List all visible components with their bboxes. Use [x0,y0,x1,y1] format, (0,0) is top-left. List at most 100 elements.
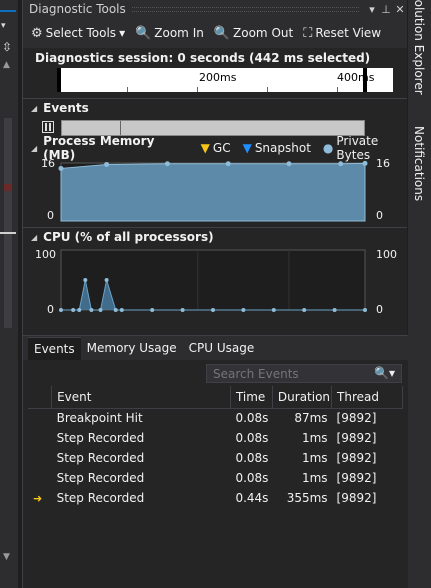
time-cell: 0.44s [235,491,269,505]
drag-grip[interactable] [131,6,359,12]
current-indicator [28,428,52,448]
zoom-in-icon: 🔍 [135,25,152,41]
event-cell: Step Recorded [56,451,145,465]
zoom-in-button[interactable]: 🔍 Zoom In [135,26,204,41]
time-cell: 0.08s [235,411,269,426]
split-icon[interactable]: ⇳ [2,40,12,54]
cpu-section-header[interactable]: ◢ CPU (% of all processors) [23,228,407,246]
collapse-icon[interactable]: ◢ [31,104,37,113]
dropdown-icon[interactable]: ▾ [365,3,379,16]
cpu-chart[interactable]: 100 0 100 0 [23,246,407,316]
thread-cell: [9892] [336,491,377,505]
editor-scrollbar[interactable] [4,118,12,328]
side-tab-strip: Solution Explorer Notifications [408,0,431,588]
accent-line [0,10,16,12]
memory-chart[interactable]: 16 0 16 0 [23,157,407,223]
cpu-point [77,308,82,312]
zoom-out-button[interactable]: 🔍 Zoom Out [214,26,293,41]
cpu-point [271,308,276,312]
events-section-title: Events [43,101,89,115]
selection-end-handle[interactable] [363,68,367,92]
timeline-ruler[interactable]: 200ms 400ms [57,68,393,92]
chevron-down-icon: ▾ [119,26,126,40]
session-label: Diagnostics session: 0 seconds (442 ms s… [23,48,407,68]
collapse-icon[interactable]: ◢ [31,144,37,153]
search-icon[interactable]: 🔍▾ [374,366,395,380]
solution-explorer-tab[interactable]: Solution Explorer [412,0,426,95]
selection-start-handle[interactable] [57,68,61,92]
vs-ide-frame: ▾ ⇳ ▲ ▼ Diagnostic Tools ▾ ⊥ ✕ ⚙ Select … [0,0,431,588]
memory-point [164,161,170,167]
reset-view-button[interactable]: ⛶ Reset View [303,26,381,41]
cpu-point [89,308,94,312]
pause-icon[interactable] [42,121,54,133]
column-header-thread[interactable]: Thread [331,386,403,409]
cpu-point [180,308,185,312]
zoom-in-label: Zoom In [154,26,204,40]
table-row[interactable]: Step Recorded 0.08s 1ms [9892] [28,428,403,448]
table-row[interactable]: ➜ Step Recorded 0.44s 355ms [9892] [28,488,403,508]
memory-point [58,165,64,171]
cpu-point [104,278,109,282]
event-cell: Step Recorded [56,491,145,505]
duration-cell: 1ms [301,471,328,485]
thread-cell: [9892] [336,411,377,426]
dropdown-icon[interactable]: ▾ [1,21,6,31]
event-cell: Breakpoint Hit [56,411,143,426]
gear-icon: ⚙ [31,25,43,41]
legend-gc-label: GC [212,141,231,155]
cpu-point [150,308,155,312]
memory-section-header[interactable]: ◢ Process Memory (MB) ▼ GC ▼ Snapshot ● Pri… [23,134,407,162]
ruler-tick [197,87,198,92]
close-icon[interactable]: ✕ [393,3,407,16]
search-input[interactable] [211,365,371,382]
event-cell: Step Recorded [56,471,145,485]
events-table-body: Breakpoint Hit 0.08s 87ms [9892] Step Record… [28,408,403,508]
zoom-out-icon: 🔍 [213,25,231,41]
scroll-marker [4,184,12,191]
collapse-icon[interactable]: ◢ [31,233,37,242]
toolbar: ⚙ Select Tools ▾ 🔍 Zoom In 🔍 Zoom Out ⛶ … [23,18,407,48]
pin-icon[interactable]: ⊥ [379,3,393,16]
duration-cell: 355ms [286,491,328,505]
ruler-tick [267,87,268,92]
tab-memory-usage[interactable]: Memory Usage [81,337,183,359]
events-section-header[interactable]: ◢ Events [23,99,407,117]
column-header-event[interactable]: Event [51,386,231,409]
current-indicator [28,448,52,468]
current-indicator [28,408,52,428]
ruler-tick [127,87,128,92]
thread-cell: [9892] [336,471,377,485]
events-timeline-bar[interactable] [61,120,365,136]
memory-area-series [60,162,366,222]
column-header-time[interactable]: Time [230,386,273,409]
scroll-down-icon[interactable]: ▼ [3,552,10,562]
table-row[interactable]: Step Recorded 0.08s 1ms [9892] [28,468,403,488]
time-cell: 0.08s [235,451,269,465]
search-box: 🔍▾ [206,364,402,383]
tab-events[interactable]: Events [28,336,81,360]
cpu-point [302,308,307,312]
notifications-tab[interactable]: Notifications [412,126,426,201]
cpu-point [113,308,118,312]
events-track [23,117,407,139]
cpu-point [363,308,367,312]
diagnostic-tools-panel: Diagnostic Tools ▾ ⊥ ✕ ⚙ Select Tools ▾ … [22,0,408,588]
cpu-point [332,308,337,312]
cpu-point [98,308,103,312]
thread-cell: [9892] [336,451,377,465]
reset-view-icon: ⛶ [303,25,313,41]
column-header-duration[interactable]: Duration [272,386,333,409]
scroll-up-icon[interactable]: ▲ [3,60,10,70]
panel-title-bar: Diagnostic Tools ▾ ⊥ ✕ [23,0,407,18]
snapshot-icon: ▼ [242,141,252,155]
select-tools-button[interactable]: ⚙ Select Tools ▾ [31,26,125,41]
table-row[interactable]: Breakpoint Hit 0.08s 87ms [9892] [28,408,403,428]
duration-cell: 87ms [294,411,328,426]
tab-cpu-usage[interactable]: CPU Usage [183,337,261,359]
time-cell: 0.08s [235,471,269,485]
ruler-tick [337,87,338,92]
memory-point [286,161,292,167]
current-indicator: ➜ [28,488,52,508]
table-row[interactable]: Step Recorded 0.08s 1ms [9892] [28,448,403,468]
